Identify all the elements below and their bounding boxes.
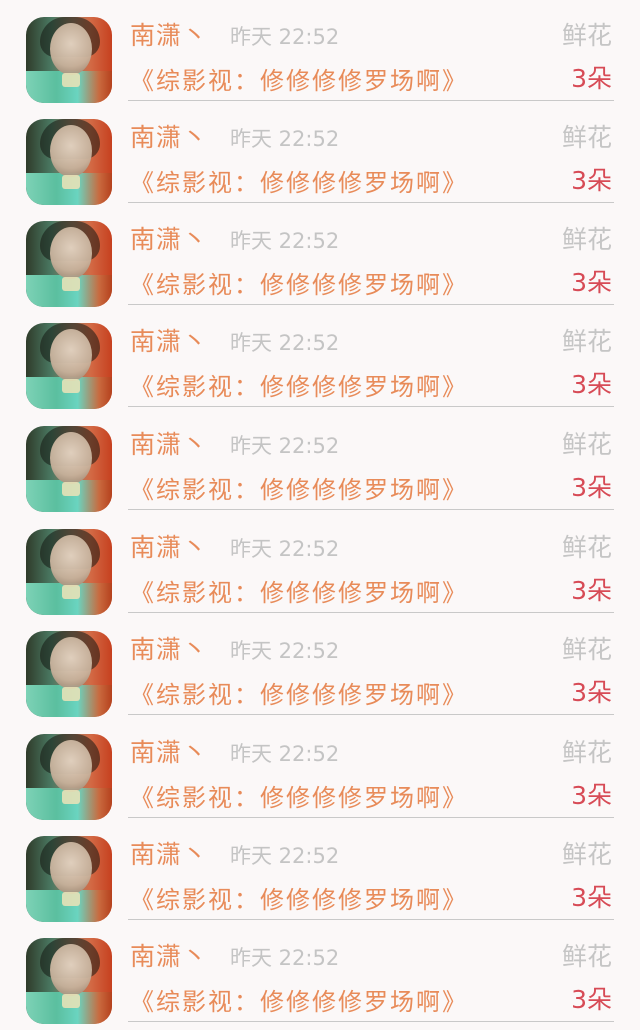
timestamp: 昨天 22:52 [230,25,340,49]
gift-count: 3朵 [571,473,612,502]
gift-count: 3朵 [571,370,612,399]
book-title-link[interactable]: 《综影视：修修修修罗场啊》 [130,473,468,507]
user-name[interactable]: 南潇丶 [130,737,208,769]
user-name[interactable]: 南潇丶 [130,634,208,666]
avatar[interactable] [26,734,112,820]
book-title-link[interactable]: 《综影视：修修修修罗场啊》 [130,883,468,917]
gift-count: 3朵 [571,576,612,605]
divider [128,202,614,203]
book-title-link[interactable]: 《综影视：修修修修罗场啊》 [130,781,468,815]
gift-type-label: 鲜花 [561,327,612,356]
list-item[interactable]: 南潇丶 昨天 22:52 鲜花 《综影视：修修修修罗场啊》 3朵 [0,819,640,922]
avatar[interactable] [26,631,112,717]
gift-type-label: 鲜花 [561,430,612,459]
timestamp: 昨天 22:52 [230,946,340,970]
book-title-link[interactable]: 《综影视：修修修修罗场啊》 [130,166,468,200]
divider [128,406,614,407]
book-title-link[interactable]: 《综影视：修修修修罗场啊》 [130,370,468,404]
gift-count: 3朵 [571,64,612,93]
gift-type-label: 鲜花 [561,225,612,254]
gift-type-label: 鲜花 [561,738,612,767]
user-name[interactable]: 南潇丶 [130,429,208,461]
list-item[interactable]: 南潇丶 昨天 22:52 鲜花 《综影视：修修修修罗场啊》 3朵 [0,102,640,205]
avatar[interactable] [26,529,112,615]
gift-count: 3朵 [571,781,612,810]
avatar[interactable] [26,119,112,205]
book-title-link[interactable]: 《综影视：修修修修罗场啊》 [130,985,468,1019]
avatar[interactable] [26,836,112,922]
gift-type-label: 鲜花 [561,533,612,562]
avatar[interactable] [26,17,112,103]
timestamp: 昨天 22:52 [230,331,340,355]
timestamp: 昨天 22:52 [230,229,340,253]
divider [128,612,614,613]
list-item[interactable]: 南潇丶 昨天 22:52 鲜花 《综影视：修修修修罗场啊》 3朵 [0,204,640,307]
gift-count: 3朵 [571,268,612,297]
gift-type-label: 鲜花 [561,635,612,664]
divider [128,817,614,818]
list-item[interactable]: 南潇丶 昨天 22:52 鲜花 《综影视：修修修修罗场啊》 3朵 [0,717,640,820]
book-title-link[interactable]: 《综影视：修修修修罗场啊》 [130,678,468,712]
timestamp: 昨天 22:52 [230,639,340,663]
user-name[interactable]: 南潇丶 [130,532,208,564]
gift-count: 3朵 [571,678,612,707]
book-title-link[interactable]: 《综影视：修修修修罗场啊》 [130,576,468,610]
list-item[interactable]: 南潇丶 昨天 22:52 鲜花 《综影视：修修修修罗场啊》 3朵 [0,614,640,717]
list-item[interactable]: 南潇丶 昨天 22:52 鲜花 《综影视：修修修修罗场啊》 3朵 [0,921,640,1024]
timestamp: 昨天 22:52 [230,742,340,766]
divider [128,1021,614,1022]
timestamp: 昨天 22:52 [230,844,340,868]
user-name[interactable]: 南潇丶 [130,839,208,871]
divider [128,919,614,920]
list-item[interactable]: 南潇丶 昨天 22:52 鲜花 《综影视：修修修修罗场啊》 3朵 [0,409,640,512]
user-name[interactable]: 南潇丶 [130,326,208,358]
list-item[interactable]: 南潇丶 昨天 22:52 鲜花 《综影视：修修修修罗场啊》 3朵 [0,0,640,103]
gift-type-label: 鲜花 [561,123,612,152]
gift-count: 3朵 [571,166,612,195]
divider [128,304,614,305]
user-name[interactable]: 南潇丶 [130,122,208,154]
list-item[interactable]: 南潇丶 昨天 22:52 鲜花 《综影视：修修修修罗场啊》 3朵 [0,512,640,615]
gift-type-label: 鲜花 [561,21,612,50]
gift-count: 3朵 [571,985,612,1014]
avatar[interactable] [26,426,112,512]
book-title-link[interactable]: 《综影视：修修修修罗场啊》 [130,268,468,302]
user-name[interactable]: 南潇丶 [130,224,208,256]
gift-type-label: 鲜花 [561,942,612,971]
timestamp: 昨天 22:52 [230,434,340,458]
divider [128,509,614,510]
avatar[interactable] [26,938,112,1024]
list-item[interactable]: 南潇丶 昨天 22:52 鲜花 《综影视：修修修修罗场啊》 3朵 [0,306,640,409]
gift-type-label: 鲜花 [561,840,612,869]
divider [128,100,614,101]
timestamp: 昨天 22:52 [230,127,340,151]
user-name[interactable]: 南潇丶 [130,20,208,52]
divider [128,714,614,715]
avatar[interactable] [26,221,112,307]
avatar[interactable] [26,323,112,409]
gift-record-list: 南潇丶 昨天 22:52 鲜花 《综影视：修修修修罗场啊》 3朵 南潇丶 昨天 … [0,0,640,1030]
user-name[interactable]: 南潇丶 [130,941,208,973]
gift-count: 3朵 [571,883,612,912]
timestamp: 昨天 22:52 [230,537,340,561]
book-title-link[interactable]: 《综影视：修修修修罗场啊》 [130,64,468,98]
